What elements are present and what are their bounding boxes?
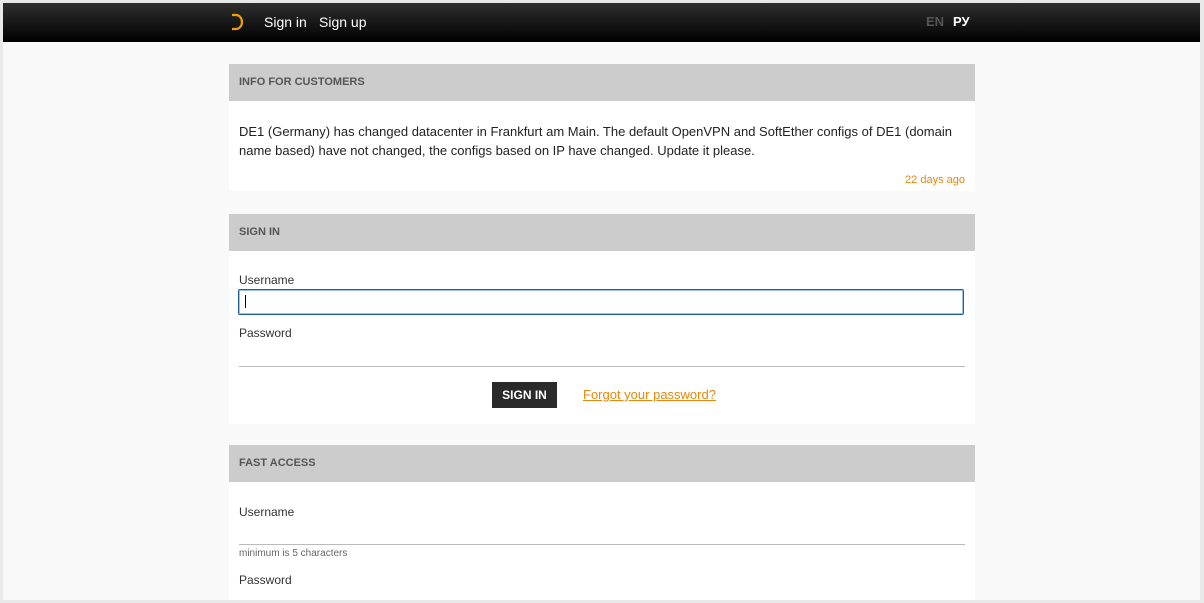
fast-password-label: Password [239,573,292,587]
sign-in-button[interactable]: SIGN IN [492,382,557,408]
logo-icon[interactable] [230,13,244,31]
nav-sign-in-link[interactable]: Sign in [264,14,307,30]
info-panel: INFO FOR CUSTOMERS DE1 (Germany) has cha… [229,64,975,191]
text-caret [245,295,246,308]
fast-access-panel-header: FAST ACCESS [229,445,975,482]
sign-in-panel-header: SIGN IN [229,214,975,251]
top-navigation-bar: Sign in Sign up EN РУ [3,3,1200,42]
forgot-password-link[interactable]: Forgot your password? [583,387,716,402]
language-ru-option[interactable]: РУ [953,14,970,29]
fast-username-label: Username [239,505,295,519]
info-panel-header: INFO FOR CUSTOMERS [229,64,975,101]
page: Sign in Sign up EN РУ INFO FOR CUSTOMERS… [3,3,1200,600]
fast-access-panel: FAST ACCESS Username minimum is 5 charac… [229,445,975,600]
fast-username-input[interactable] [239,519,965,545]
sign-in-panel: SIGN IN Username Password SIGN IN Forgot… [229,214,975,424]
info-message: DE1 (Germany) has changed datacenter in … [239,124,952,158]
password-label: Password [239,326,292,340]
language-en-option[interactable]: EN [926,14,944,29]
info-timestamp: 22 days ago [905,174,965,186]
password-input[interactable] [239,341,965,367]
nav-sign-up-link[interactable]: Sign up [319,14,366,30]
username-input[interactable] [238,289,964,315]
username-hint: minimum is 5 characters [239,548,348,559]
username-label: Username [239,273,295,287]
